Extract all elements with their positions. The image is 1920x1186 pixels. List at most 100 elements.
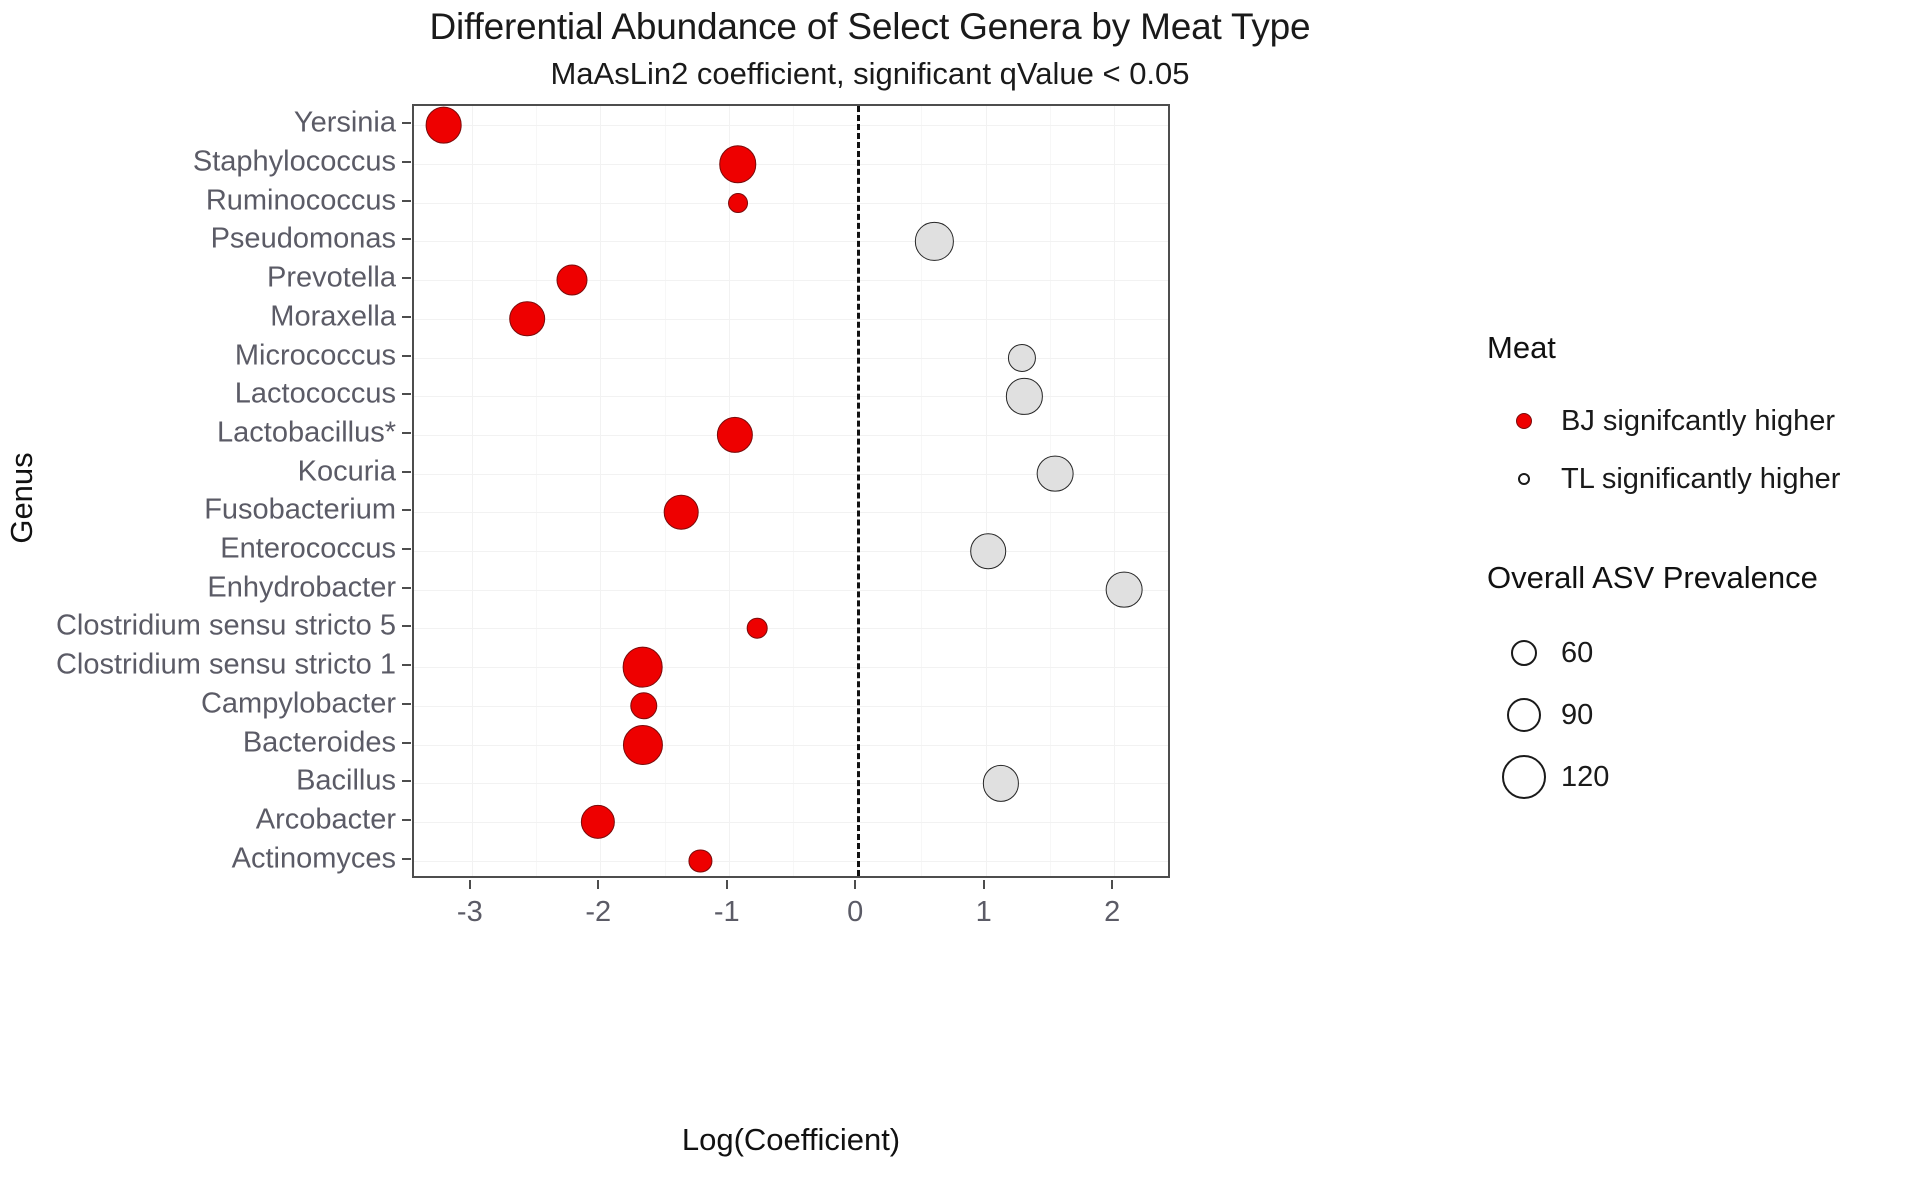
y-gridline <box>414 667 1168 669</box>
y-gridline <box>414 860 1168 862</box>
y-gridline <box>414 164 1168 166</box>
legend-item-bj[interactable]: BJ signifcantly higher <box>1487 392 1917 450</box>
y-gridline <box>414 783 1168 785</box>
x-gridline-minor <box>793 106 794 876</box>
data-point[interactable] <box>622 724 663 765</box>
chart-title: Differential Abundance of Select Genera … <box>429 6 1311 47</box>
data-point[interactable] <box>580 804 615 840</box>
data-point[interactable] <box>425 106 462 144</box>
x-axis-tick-label: 0 <box>847 896 864 928</box>
y-axis-tick-label: Actinomyces <box>231 842 396 875</box>
data-point[interactable] <box>746 618 768 639</box>
y-axis-tick-label: Yersinia <box>293 106 396 139</box>
y-axis-tick-mark <box>402 277 411 280</box>
y-axis-tick-mark <box>402 780 411 783</box>
x-axis-tick-label: 2 <box>1104 896 1121 928</box>
data-point[interactable] <box>915 222 954 261</box>
y-axis-tick-label: Clostridium sensu stricto 1 <box>55 648 396 681</box>
legend-item-tl[interactable]: TL significantly higher <box>1487 450 1917 508</box>
y-axis-tick-mark <box>402 122 411 125</box>
y-gridline <box>414 551 1168 553</box>
y-gridline <box>414 589 1168 591</box>
size-swatch-60 <box>1487 640 1561 666</box>
x-axis-tick-mark <box>982 880 985 889</box>
legend-panel: Meat BJ signifcantly higher TL significa… <box>1487 330 1917 808</box>
y-axis-tick-label: Ruminococcus <box>205 184 396 217</box>
y-axis-tick-mark <box>402 664 411 667</box>
size-legend-item-90-label: 90 <box>1561 698 1594 731</box>
y-gridline <box>414 396 1168 398</box>
y-axis-tick-mark <box>402 586 411 589</box>
y-axis-tick-mark <box>402 702 411 705</box>
y-gridline <box>414 280 1168 282</box>
zero-reference-line <box>857 106 861 876</box>
x-gridline-minor <box>536 106 538 876</box>
data-point[interactable] <box>1036 455 1074 492</box>
data-point[interactable] <box>630 692 658 720</box>
size-legend-item-90[interactable]: 90 <box>1487 684 1917 746</box>
data-point[interactable] <box>622 646 664 688</box>
legend-item-bj-label: BJ signifcantly higher <box>1561 404 1836 437</box>
y-axis-tick-label: Bacillus <box>296 764 396 797</box>
y-axis-tick-label: Micrococcus <box>234 339 396 372</box>
size-swatch-120 <box>1487 755 1561 799</box>
x-gridline <box>471 106 473 876</box>
size-legend-item-120-label: 120 <box>1561 760 1610 793</box>
y-gridline <box>414 821 1168 823</box>
y-axis-title: Genus <box>4 452 39 544</box>
size-legend-item-60[interactable]: 60 <box>1487 622 1917 684</box>
size-legend-title: Overall ASV Prevalence <box>1487 560 1818 595</box>
y-axis-tick-label: Prevotella <box>267 261 396 294</box>
data-point[interactable] <box>1106 571 1143 609</box>
y-axis-tick-label: Enhydrobacter <box>207 571 396 604</box>
data-point[interactable] <box>556 264 588 296</box>
size-legend-item-60-label: 60 <box>1561 636 1594 669</box>
y-axis-tick-mark <box>402 741 411 744</box>
data-point[interactable] <box>983 765 1020 802</box>
y-axis-tick-label: Lactococcus <box>234 377 396 410</box>
bj-swatch <box>1487 413 1561 429</box>
y-gridline <box>414 744 1168 746</box>
legend-item-tl-label: TL significantly higher <box>1561 462 1841 495</box>
size-swatch-90 <box>1487 698 1561 732</box>
y-axis-tick-label: Lactobacillus* <box>217 416 396 449</box>
y-axis-tick-label: Arcobacter <box>255 803 396 836</box>
y-axis-tick-mark <box>402 238 411 241</box>
x-gridline <box>985 106 987 876</box>
data-point[interactable] <box>719 145 757 183</box>
data-point[interactable] <box>1007 343 1036 372</box>
y-axis-tick-label: Kocuria <box>297 455 396 488</box>
y-axis-tick-mark <box>402 818 411 821</box>
y-gridline <box>414 705 1168 707</box>
chart-figure: Differential Abundance of Select Genera … <box>0 0 1920 1186</box>
x-axis-tick-mark <box>854 880 857 889</box>
data-point[interactable] <box>970 533 1007 569</box>
x-axis-tick-mark <box>1111 880 1114 889</box>
y-axis-tick-mark <box>402 625 411 628</box>
y-axis-tick-mark <box>402 315 411 318</box>
y-axis-tick-label: Fusobacterium <box>204 493 396 526</box>
y-gridline <box>414 241 1168 243</box>
y-gridline <box>414 628 1168 630</box>
y-axis-tick-mark <box>402 509 411 512</box>
y-axis-tick-label: Campylobacter <box>200 687 396 720</box>
data-point[interactable] <box>717 416 754 454</box>
y-axis-tick-mark <box>402 354 411 357</box>
y-axis-tick-label: Pseudomonas <box>210 222 396 255</box>
y-axis-tick-label: Moraxella <box>270 300 396 333</box>
y-gridline <box>414 125 1168 127</box>
size-legend: Overall ASV Prevalence 60 90 120 <box>1487 560 1917 808</box>
size-legend-item-120[interactable]: 120 <box>1487 746 1917 808</box>
color-legend: Meat BJ signifcantly higher TL significa… <box>1487 330 1917 508</box>
x-gridline-minor <box>664 106 666 876</box>
data-point[interactable] <box>509 301 545 337</box>
y-axis-tick-mark <box>402 199 411 202</box>
x-axis-tick-mark <box>597 880 600 889</box>
data-point[interactable] <box>688 849 713 873</box>
x-gridline <box>600 106 602 876</box>
data-point[interactable] <box>727 192 748 213</box>
y-axis-tick-mark <box>402 548 411 551</box>
data-point[interactable] <box>1006 378 1043 415</box>
x-axis-tick-label: -3 <box>456 896 483 928</box>
data-point[interactable] <box>663 495 699 530</box>
